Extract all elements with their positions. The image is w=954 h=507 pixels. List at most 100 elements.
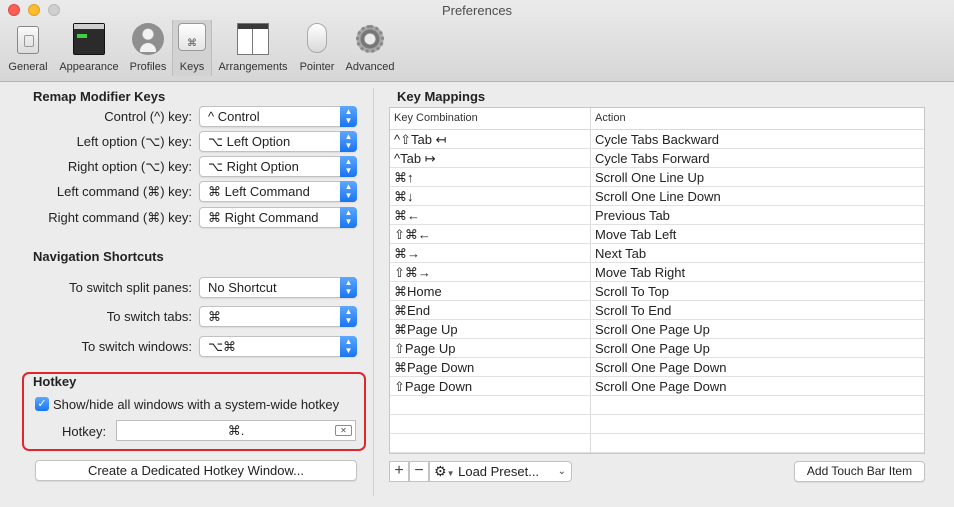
table-row[interactable]: ⇧Page Up Scroll One Page Up: [390, 339, 924, 358]
arrangements-icon: [237, 23, 269, 55]
right-command-key-popup[interactable]: ⌘ Right Command ▲ ▼: [199, 207, 357, 228]
key-combination-cell: ⇧Page Up: [394, 341, 456, 356]
tab-profiles[interactable]: Profiles: [125, 20, 171, 76]
key-mappings-table[interactable]: Key Combination Action ^⇧Tab ↤ Cycle Tabs…: [389, 107, 925, 454]
tab-advanced[interactable]: Advanced: [341, 20, 399, 76]
key-combination-cell: ⌘↑: [394, 170, 414, 185]
hotkey-field-value: ⌘.: [227, 423, 245, 438]
empty-table-row: [390, 396, 924, 415]
right-command-key-label: Right command (⌘) key:: [48, 210, 192, 225]
table-row[interactable]: ⌘Home Scroll To Top: [390, 282, 924, 301]
left-command-key-popup[interactable]: ⌘ Left Command ▲ ▼: [199, 181, 357, 202]
tab-appearance[interactable]: Appearance: [54, 20, 124, 76]
action-cell: Next Tab: [595, 246, 647, 261]
tab-pointer-label: Pointer: [299, 61, 335, 73]
split-panes-label: To switch split panes:: [69, 280, 192, 295]
remap-section-title: Remap Modifier Keys: [33, 89, 166, 104]
action-cell: Move Tab Left: [595, 227, 677, 242]
table-row[interactable]: ⌘End Scroll To End: [390, 301, 924, 320]
tab-general-label: General: [8, 61, 48, 73]
vertical-divider: [373, 88, 374, 496]
remove-mapping-button[interactable]: −: [409, 461, 429, 482]
right-command-key-value: ⌘ Right Command: [208, 210, 319, 225]
tab-arrangements[interactable]: Arrangements: [214, 20, 292, 76]
load-preset-popup[interactable]: ⚙▼ Load Preset... ⌄: [429, 461, 572, 482]
general-icon: [17, 26, 39, 54]
chevron-updown-icon: ▲ ▼: [340, 131, 357, 152]
action-cell: Scroll One Line Down: [595, 189, 721, 204]
key-combination-cell: ⌘End: [394, 303, 431, 318]
table-row[interactable]: ⌘← Previous Tab: [390, 206, 924, 225]
table-row[interactable]: ⌘Page Down Scroll One Page Down: [390, 358, 924, 377]
action-cell: Cycle Tabs Backward: [595, 132, 720, 147]
switch-tabs-label: To switch tabs:: [106, 309, 192, 324]
left-command-key-label: Left command (⌘) key:: [56, 184, 192, 199]
load-preset-label: Load Preset...: [458, 464, 540, 479]
tab-keys-label: Keys: [179, 61, 205, 73]
tab-general[interactable]: General: [4, 20, 52, 76]
chevron-updown-icon: ▲ ▼: [340, 207, 357, 228]
table-row[interactable]: ^⇧Tab ↤ Cycle Tabs Backward: [390, 130, 924, 149]
switch-windows-popup[interactable]: ⌥⌘ ▲ ▼: [199, 336, 357, 357]
table-row[interactable]: ⌘→ Next Tab: [390, 244, 924, 263]
hotkey-field-label: Hotkey:: [62, 424, 107, 439]
hotkey-checkbox[interactable]: ✓: [35, 397, 49, 411]
add-touch-bar-item-button[interactable]: Add Touch Bar Item: [794, 461, 925, 482]
table-row[interactable]: ⌘↑ Scroll One Line Up: [390, 168, 924, 187]
hotkey-section-title: Hotkey: [33, 374, 77, 389]
right-option-key-label: Right option (⌥) key:: [67, 159, 192, 174]
key-combination-cell: ⇧⌘→: [394, 265, 431, 280]
add-mapping-button[interactable]: +: [389, 461, 409, 482]
gear-icon: ⚙: [434, 463, 447, 479]
chevron-updown-icon: ▲ ▼: [340, 277, 357, 298]
switch-tabs-popup[interactable]: ⌘ ▲ ▼: [199, 306, 357, 327]
column-header-action[interactable]: Action: [595, 112, 626, 124]
create-dedicated-hotkey-window-button[interactable]: Create a Dedicated Hotkey Window...: [35, 460, 357, 481]
key-combination-cell: ⌘Page Down: [394, 360, 475, 375]
action-cell: Scroll One Page Down: [595, 379, 727, 394]
table-header: Key Combination Action: [390, 108, 924, 130]
tab-keys[interactable]: ⌘ Keys: [172, 20, 212, 76]
action-cell: Previous Tab: [595, 208, 670, 223]
empty-table-row: [390, 415, 924, 434]
key-combination-cell: ⇧Page Down: [394, 379, 473, 394]
key-combination-cell: ⌘↓: [394, 189, 414, 204]
pointer-icon: [307, 23, 327, 53]
left-option-key-popup[interactable]: ⌥ Left Option ▲ ▼: [199, 131, 357, 152]
action-cell: Scroll One Page Up: [595, 341, 710, 356]
column-header-key-combination[interactable]: Key Combination: [394, 112, 478, 124]
tab-advanced-label: Advanced: [345, 61, 395, 73]
action-cell: Move Tab Right: [595, 265, 686, 280]
control-key-label: Control (^) key:: [104, 109, 192, 124]
table-row[interactable]: ^Tab ↦ Cycle Tabs Forward: [390, 149, 924, 168]
chevron-updown-icon: ▲ ▼: [340, 156, 357, 177]
profiles-icon: [132, 23, 164, 55]
key-combination-cell: ⇧⌘←: [394, 227, 431, 242]
advanced-icon: [354, 23, 386, 55]
split-panes-popup[interactable]: No Shortcut ▲ ▼: [199, 277, 357, 298]
switch-tabs-value: ⌘: [208, 309, 221, 324]
table-row[interactable]: ⇧Page Down Scroll One Page Down: [390, 377, 924, 396]
action-cell: Scroll To End: [595, 303, 672, 318]
left-option-key-value: ⌥ Left Option: [208, 134, 291, 149]
right-option-key-popup[interactable]: ⌥ Right Option ▲ ▼: [199, 156, 357, 177]
key-combination-cell: ⌘Page Up: [394, 322, 458, 337]
chevron-updown-icon: ▲ ▼: [340, 306, 357, 327]
clear-hotkey-icon[interactable]: ✕: [335, 425, 352, 436]
key-combination-cell: ^Tab ↦: [394, 151, 436, 166]
table-row[interactable]: ⇧⌘→ Move Tab Right: [390, 263, 924, 282]
tab-pointer[interactable]: Pointer: [295, 20, 339, 76]
empty-table-row: [390, 434, 924, 453]
chevron-updown-icon: ▲ ▼: [340, 106, 357, 127]
hotkey-field[interactable]: ⌘. ✕: [116, 420, 356, 441]
window-title: Preferences: [441, 3, 513, 18]
split-panes-value: No Shortcut: [208, 280, 277, 295]
control-key-popup[interactable]: ^ Control ▲ ▼: [199, 106, 357, 127]
tab-appearance-label: Appearance: [59, 61, 119, 73]
table-row[interactable]: ⌘Page Up Scroll One Page Up: [390, 320, 924, 339]
table-row[interactable]: ⇧⌘← Move Tab Left: [390, 225, 924, 244]
title-bar: Preferences General Appearance Profiles …: [0, 0, 954, 82]
right-option-key-value: ⌥ Right Option: [208, 159, 299, 174]
keys-icon: ⌘: [178, 23, 206, 51]
table-row[interactable]: ⌘↓ Scroll One Line Down: [390, 187, 924, 206]
